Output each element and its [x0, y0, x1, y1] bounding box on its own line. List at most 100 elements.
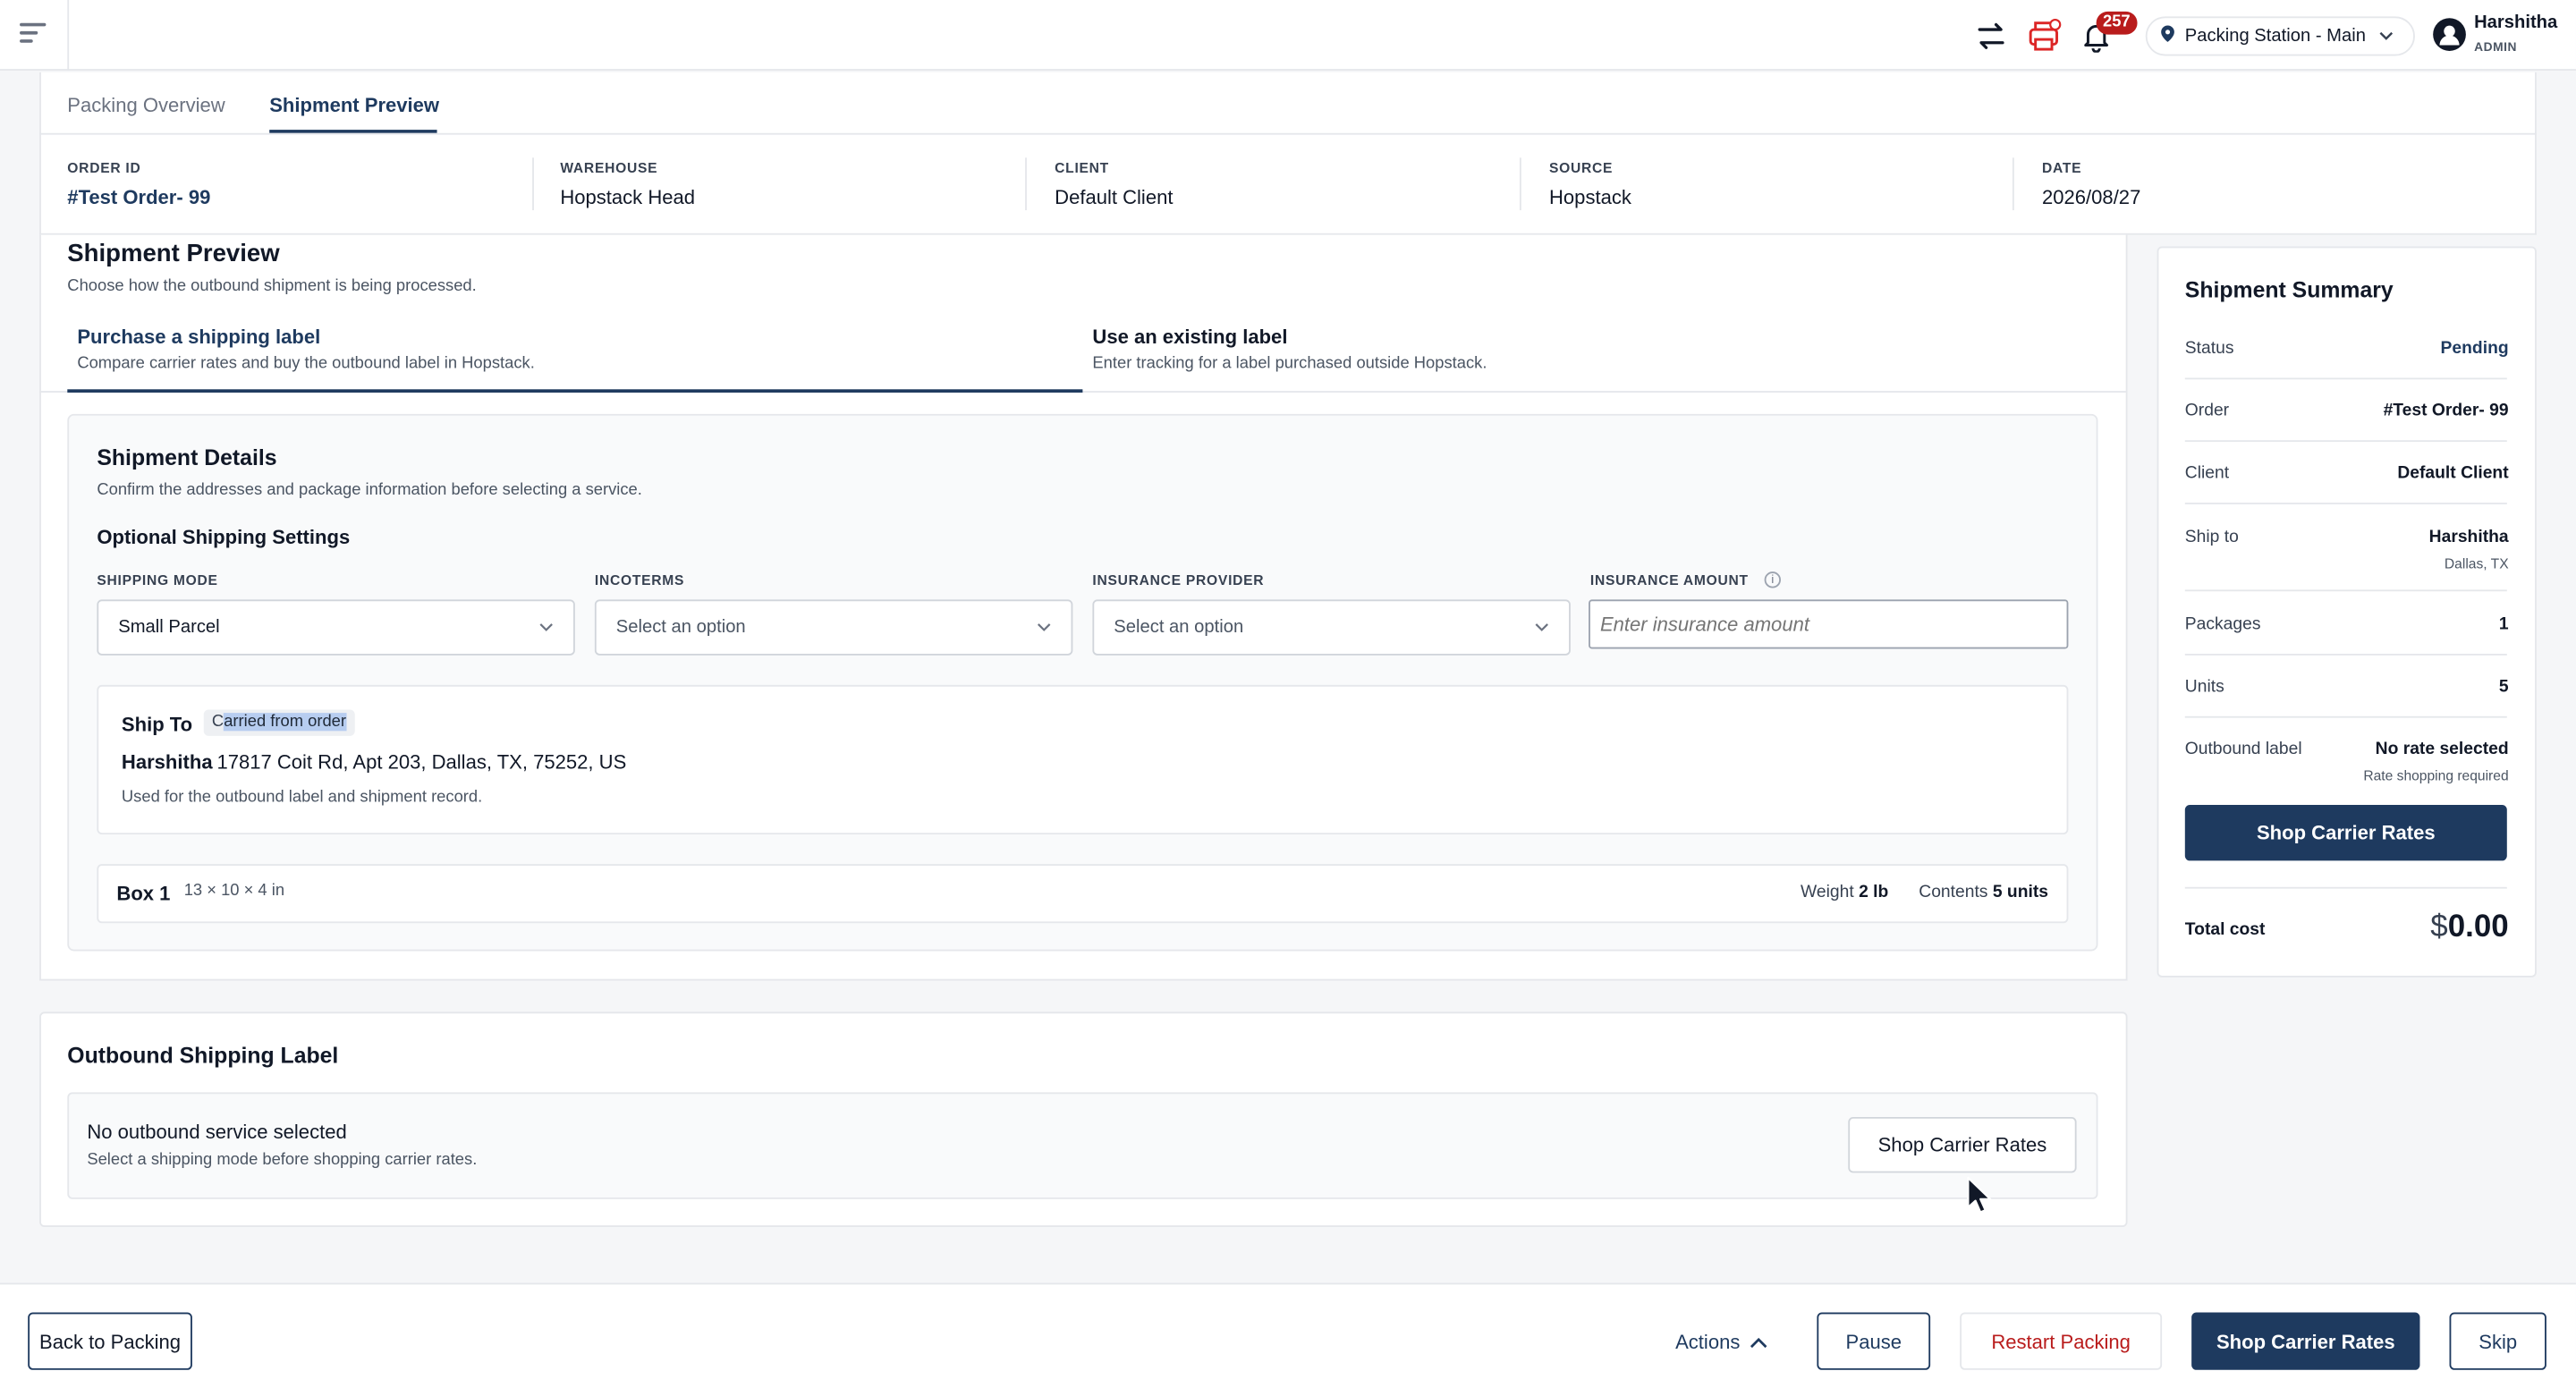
summary-outbound-label: Outbound label	[2184, 739, 2302, 759]
badge-text-prefix: C	[211, 713, 225, 732]
package-contents: Contents 5 units	[1919, 882, 2048, 901]
package-name: Box 1	[116, 882, 171, 906]
back-to-packing-button[interactable]: Back to Packing	[28, 1312, 192, 1370]
divider	[2184, 440, 2507, 443]
summary-client-label: Client	[2184, 462, 2230, 483]
warehouse-label: WAREHOUSE	[560, 159, 658, 176]
divider	[39, 132, 2537, 135]
summary-title: Shipment Summary	[2184, 277, 2394, 302]
summary-shop-carrier-rates-button[interactable]: Shop Carrier Rates	[2184, 804, 2507, 861]
date-value: 2026/08/27	[2042, 185, 2141, 209]
badge-text-selected: arried from order	[224, 713, 346, 732]
chevron-up-icon	[1750, 1330, 1767, 1353]
info-icon[interactable]: i	[1764, 571, 1781, 588]
divider	[2184, 377, 2507, 380]
carried-from-order-badge: Carried from order	[203, 709, 355, 736]
avatar[interactable]	[2433, 18, 2466, 51]
footer-bar	[0, 1282, 2576, 1388]
shipping-mode-label: SHIPPING MODE	[97, 571, 218, 588]
outbound-hint: Select a shipping mode before shopping c…	[87, 1151, 478, 1170]
warehouse-value: Hopstack Head	[560, 185, 696, 209]
summary-packages-value: 1	[2498, 614, 2509, 634]
shipping-mode-select[interactable]: Small Parcel	[97, 599, 575, 656]
option-existing-label[interactable]: Use an existing label	[1092, 326, 1287, 349]
source-label: SOURCE	[1549, 159, 1614, 176]
chevron-down-icon	[1037, 619, 1052, 635]
skip-button[interactable]: Skip	[2449, 1312, 2546, 1370]
ship-to-name: Harshitha	[121, 750, 213, 774]
outbound-status: No outbound service selected	[87, 1120, 347, 1144]
footer-shop-carrier-rates-button[interactable]: Shop Carrier Rates	[2191, 1312, 2420, 1370]
divider	[2184, 654, 2507, 656]
divider	[532, 157, 534, 211]
divider	[2184, 715, 2507, 718]
divider	[1519, 157, 1521, 211]
currency-symbol: $	[2430, 910, 2448, 945]
summary-outbound-value: No rate selected	[2375, 739, 2509, 759]
pause-button[interactable]: Pause	[1817, 1312, 1931, 1370]
station-label: Packing Station - Main	[2184, 26, 2366, 47]
ship-to-address: 17817 Coit Rd, Apt 203, Dallas, TX, 7525…	[216, 750, 627, 774]
chevron-down-icon	[538, 619, 554, 635]
date-label: DATE	[2042, 159, 2082, 176]
mouse-cursor-icon	[1967, 1176, 1993, 1223]
status-badge: Pending	[2440, 338, 2509, 359]
client-label: CLIENT	[1055, 159, 1109, 176]
ship-to-title: Ship To	[121, 713, 193, 736]
actions-menu-button[interactable]: Actions	[1656, 1313, 1787, 1370]
summary-packages-label: Packages	[2184, 614, 2261, 634]
shop-carrier-rates-button[interactable]: Shop Carrier Rates	[1848, 1116, 2077, 1173]
ship-to-note: Used for the outbound label and shipment…	[121, 788, 483, 807]
shipment-details-title: Shipment Details	[97, 444, 277, 470]
outbound-label-title: Outbound Shipping Label	[67, 1043, 339, 1068]
order-id-label: ORDER ID	[67, 159, 141, 176]
summary-outbound-note: Rate shopping required	[2363, 766, 2509, 784]
tab-shipment-preview[interactable]: Shipment Preview	[269, 94, 439, 117]
user-role: ADMIN	[2474, 39, 2517, 55]
summary-order-label: Order	[2184, 401, 2230, 421]
insurance-provider-placeholder: Select an option	[1114, 617, 1244, 638]
actions-label: Actions	[1675, 1329, 1741, 1353]
shipment-details-subtitle: Confirm the addresses and package inform…	[97, 481, 642, 500]
option-purchase-label[interactable]: Purchase a shipping label	[77, 326, 320, 349]
swap-arrows-icon[interactable]	[1971, 16, 2011, 55]
restart-packing-button[interactable]: Restart Packing	[1960, 1312, 2163, 1370]
page-subtitle: Choose how the outbound shipment is bein…	[67, 277, 477, 296]
divider	[2012, 157, 2014, 211]
divider	[2184, 886, 2507, 889]
page-title: Shipment Preview	[67, 240, 280, 268]
package-dimensions: 13 × 10 × 4 in	[183, 882, 285, 901]
incoterms-placeholder: Select an option	[615, 617, 746, 638]
menu-icon[interactable]	[20, 22, 47, 47]
incoterms-label: INCOTERMS	[594, 571, 685, 588]
contents-value: 5 units	[1992, 882, 2048, 902]
total-cost-value: $0.00	[2430, 910, 2508, 946]
optional-settings-title: Optional Shipping Settings	[97, 525, 351, 549]
chevron-down-icon	[1534, 619, 1549, 635]
summary-ship-to-label: Ship to	[2184, 527, 2239, 547]
tab-packing-overview[interactable]: Packing Overview	[67, 94, 225, 117]
option-purchase-description: Compare carrier rates and buy the outbou…	[77, 354, 535, 373]
client-value: Default Client	[1055, 185, 1174, 209]
weight-label: Weight	[1801, 882, 1854, 902]
insurance-amount-input[interactable]	[1589, 599, 2069, 649]
printer-icon[interactable]	[2024, 16, 2063, 55]
summary-ship-to-name: Harshitha	[2428, 527, 2509, 547]
divider	[2184, 589, 2507, 592]
summary-units-label: Units	[2184, 676, 2224, 697]
user-name[interactable]: Harshitha	[2474, 13, 2557, 33]
divider	[67, 0, 70, 71]
option-existing-description: Enter tracking for a label purchased out…	[1092, 354, 1487, 373]
weight-value: 2 lb	[1859, 882, 1889, 902]
summary-client-value: Default Client	[2397, 462, 2509, 483]
incoterms-select[interactable]: Select an option	[594, 599, 1073, 656]
insurance-amount-label: INSURANCE AMOUNT	[1589, 571, 1749, 588]
summary-units-value: 5	[2498, 676, 2509, 697]
shipping-mode-value: Small Parcel	[118, 617, 220, 638]
outbound-empty-state	[67, 1092, 2098, 1199]
order-id-link[interactable]: #Test Order- 99	[67, 186, 210, 209]
contents-label: Contents	[1919, 882, 1988, 902]
source-value: Hopstack	[1549, 185, 1631, 209]
station-selector[interactable]: Packing Station - Main	[2145, 16, 2415, 56]
insurance-provider-select[interactable]: Select an option	[1092, 599, 1571, 656]
